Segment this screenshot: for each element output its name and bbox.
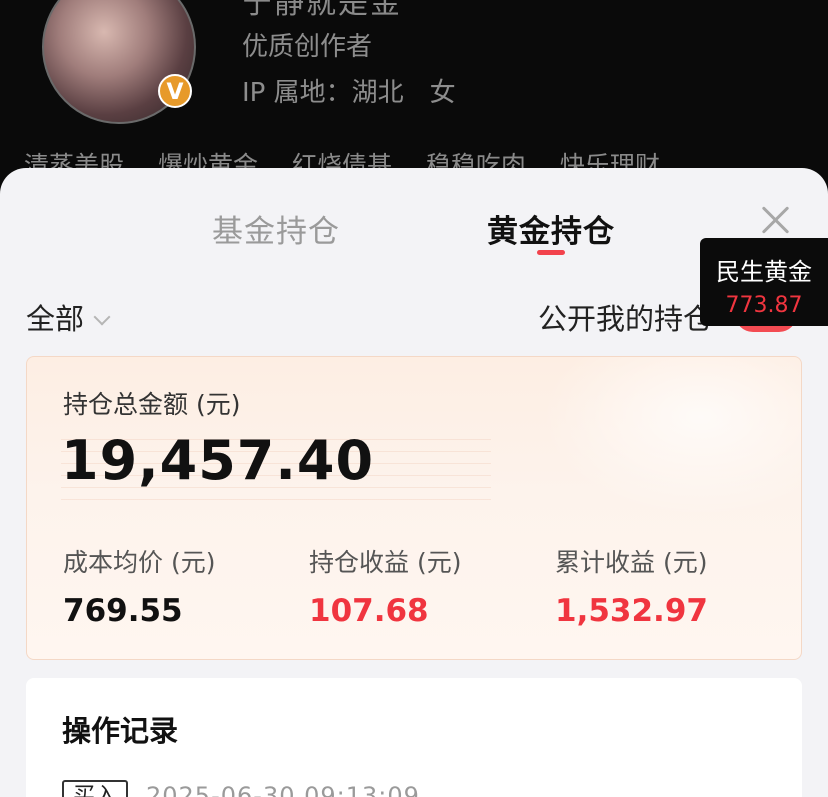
cumulative-profit-stat: 累计收益 (元) 1,532.97 [555,543,708,629]
operation-type-badge: 买入 [62,780,128,797]
tab-gold-holdings[interactable]: 黄金持仓 [487,206,615,251]
gender-label: 女 [429,78,456,108]
total-amount-value: 19,457.40 [61,429,375,492]
tooltip-product-name: 民生黄金 [716,258,812,286]
holding-profit-label: 持仓收益 (元) [309,548,462,577]
tab-fund-holdings[interactable]: 基金持仓 [212,206,340,251]
filter-dropdown[interactable]: 全部 [26,296,111,338]
filter-label: 全部 [26,302,85,336]
total-amount-label: 持仓总金额 (元) [63,390,241,419]
active-tab-indicator [537,250,565,255]
operation-records: 操作记录 买入 2025-06-30 09:13:09 [26,678,802,797]
ip-location: IP 属地：湖北女 [242,72,456,109]
cost-average-value: 769.55 [63,593,183,629]
gold-price-tooltip[interactable]: 民生黄金 773.87 [700,238,828,326]
profile-name: 宁静就是金 [242,0,402,21]
public-holdings-label: 公开我的持仓 [538,302,713,336]
creator-role: 优质创作者 [242,32,373,62]
chevron-down-icon [93,308,111,326]
cumulative-profit-value: 1,532.97 [555,593,708,629]
close-icon[interactable] [760,204,792,236]
card-decoration [541,357,801,517]
tooltip-price: 773.87 [725,293,803,318]
verified-badge-icon: V [158,74,192,108]
cost-average-stat: 成本均价 (元) 769.55 [63,543,215,629]
cumulative-profit-label: 累计收益 (元) [555,548,708,577]
ip-location-label: IP 属地：湖北 [242,78,404,108]
holdings-summary-card: 持仓总金额 (元) 19,457.40 成本均价 (元) 769.55 持仓收益… [26,356,802,660]
holding-profit-value: 107.68 [309,593,429,629]
operation-timestamp: 2025-06-30 09:13:09 [146,782,420,797]
holding-profit-stat: 持仓收益 (元) 107.68 [309,543,461,629]
cost-average-label: 成本均价 (元) [63,548,216,577]
operation-records-title: 操作记录 [62,714,179,748]
